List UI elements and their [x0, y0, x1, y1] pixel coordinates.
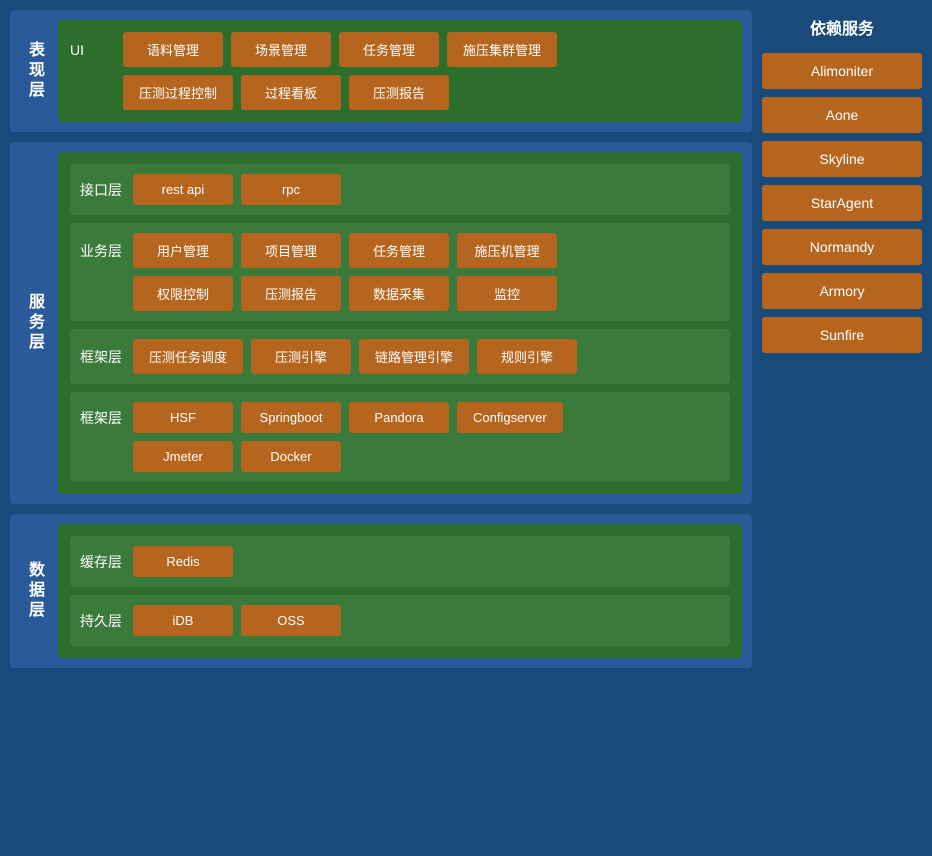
data-layer: 数据层 缓存层 Redis 持久层 iDB OSS [10, 514, 752, 668]
sidebar-item-staragent: StarAgent [762, 185, 922, 221]
presentation-row-1: 压测过程控制 过程看板 压测报告 [70, 75, 730, 110]
sidebar-item-sunfire: Sunfire [762, 317, 922, 353]
chip-shujucaiji: 数据采集 [349, 276, 449, 311]
ui-label: UI [70, 42, 115, 58]
chip-changjingguanli: 场景管理 [231, 32, 331, 67]
cache-label: 缓存层 [80, 552, 125, 572]
data-layer-label: 数据层 [20, 524, 48, 658]
chip-quanxiankongzhi: 权限控制 [133, 276, 233, 311]
chip-redis: Redis [133, 546, 233, 577]
cache-row-0: 缓存层 Redis [80, 546, 720, 577]
chip-xiangmuguanli: 项目管理 [241, 233, 341, 268]
interface-sublayer: 接口层 rest api rpc [70, 164, 730, 215]
framework-label-2: 框架层 [80, 408, 125, 428]
chip-idb: iDB [133, 605, 233, 636]
sidebar-item-alimoniter: Alimoniter [762, 53, 922, 89]
cache-sublayer: 缓存层 Redis [70, 536, 730, 587]
chip-lianluyinqing: 链路管理引擎 [359, 339, 469, 374]
chip-yuliaoguanli: 语料管理 [123, 32, 223, 67]
chip-pandora: Pandora [349, 402, 449, 433]
interface-row-0: 接口层 rest api rpc [80, 174, 720, 205]
chip-yacebagao: 压测报告 [349, 75, 449, 110]
framework2-row-0: 框架层 HSF Springboot Pandora Configserver [80, 402, 720, 433]
chip-jmeter: Jmeter [133, 441, 233, 472]
service-inner: 接口层 rest api rpc 业务层 用户管理 项目管理 任务管理 施压机管… [58, 152, 742, 494]
chip-springboot: Springboot [241, 402, 341, 433]
chip-yonghuguanli: 用户管理 [133, 233, 233, 268]
sidebar-title: 依赖服务 [810, 15, 874, 39]
chip-hsf: HSF [133, 402, 233, 433]
framework2-row-1: Jmeter Docker [80, 441, 720, 472]
chip-yaceyinqing: 压测引擎 [251, 339, 351, 374]
sidebar: 依赖服务 Alimoniter Aone Skyline StarAgent N… [762, 10, 922, 846]
presentation-inner: UI 语料管理 场景管理 任务管理 施压集群管理 压测过程控制 过程看板 压测报… [58, 20, 742, 122]
presentation-row-0: UI 语料管理 场景管理 任务管理 施压集群管理 [70, 32, 730, 67]
business-sublayer: 业务层 用户管理 项目管理 任务管理 施压机管理 权限控制 压测报告 数据采集 … [70, 223, 730, 321]
chip-renwuguanli2: 任务管理 [349, 233, 449, 268]
chip-guizeyinqing: 规则引擎 [477, 339, 577, 374]
chip-yacerenwutiaoodu: 压测任务调度 [133, 339, 243, 374]
framework-label-1: 框架层 [80, 347, 125, 367]
chip-guochenkanban: 过程看板 [241, 75, 341, 110]
sidebar-item-aone: Aone [762, 97, 922, 133]
chip-shiyajiqunguanli: 施压集群管理 [447, 32, 557, 67]
service-layer: 服务层 接口层 rest api rpc 业务层 用户管理 项目管理 任务管理 … [10, 142, 752, 504]
persist-sublayer: 持久层 iDB OSS [70, 595, 730, 646]
chip-jiankong: 监控 [457, 276, 557, 311]
chip-yacegongchengkongzhi: 压测过程控制 [123, 75, 233, 110]
framework-row-0: 框架层 压测任务调度 压测引擎 链路管理引擎 规则引擎 [80, 339, 720, 374]
framework-sublayer-2: 框架层 HSF Springboot Pandora Configserver … [70, 392, 730, 482]
chip-yacebagao2: 压测报告 [241, 276, 341, 311]
main-content: 表现层 UI 语料管理 场景管理 任务管理 施压集群管理 压测过程控制 过程看板… [10, 10, 752, 846]
service-layer-label: 服务层 [20, 152, 48, 494]
presentation-layer: 表现层 UI 语料管理 场景管理 任务管理 施压集群管理 压测过程控制 过程看板… [10, 10, 752, 132]
business-label: 业务层 [80, 241, 125, 261]
presentation-layer-label: 表现层 [20, 20, 48, 122]
chip-renwuguanli: 任务管理 [339, 32, 439, 67]
chip-oss: OSS [241, 605, 341, 636]
chip-restapi: rest api [133, 174, 233, 205]
sidebar-item-skyline: Skyline [762, 141, 922, 177]
data-inner: 缓存层 Redis 持久层 iDB OSS [58, 524, 742, 658]
persist-label: 持久层 [80, 611, 125, 631]
sidebar-item-armory: Armory [762, 273, 922, 309]
chip-docker: Docker [241, 441, 341, 472]
business-row-1: 权限控制 压测报告 数据采集 监控 [80, 276, 720, 311]
sidebar-item-normandy: Normandy [762, 229, 922, 265]
persist-row-0: 持久层 iDB OSS [80, 605, 720, 636]
chip-configserver: Configserver [457, 402, 563, 433]
framework-sublayer-1: 框架层 压测任务调度 压测引擎 链路管理引擎 规则引擎 [70, 329, 730, 384]
interface-label: 接口层 [80, 180, 125, 200]
chip-rpc: rpc [241, 174, 341, 205]
business-row-0: 业务层 用户管理 项目管理 任务管理 施压机管理 [80, 233, 720, 268]
chip-shiyajiguanli: 施压机管理 [457, 233, 557, 268]
